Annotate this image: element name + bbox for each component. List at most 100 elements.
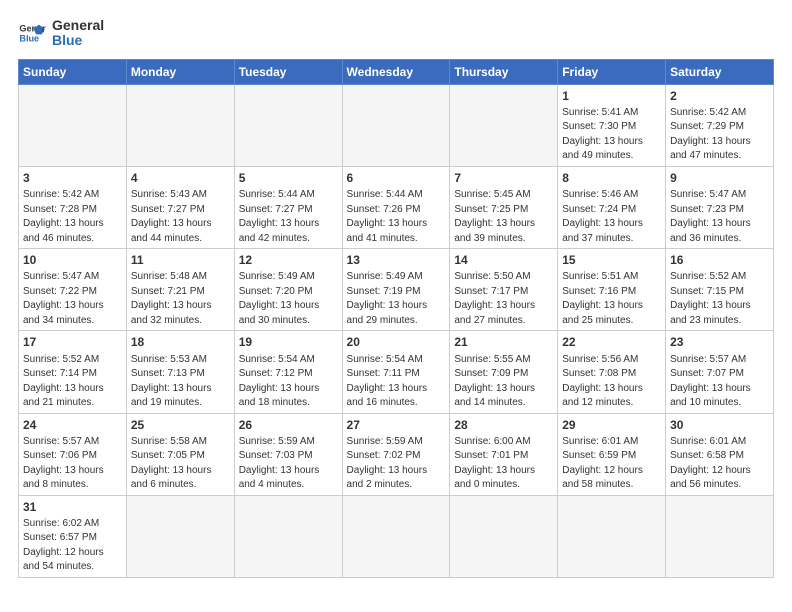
day-number: 27 (347, 417, 446, 433)
day-number: 17 (23, 334, 122, 350)
calendar-week-row: 10 Sunrise: 5:47 AM Sunset: 7:22 PM Dayli… (19, 249, 774, 331)
day-info: Sunrise: 6:02 AM Sunset: 6:57 PM Dayligh… (23, 518, 104, 573)
logo: General Blue General Blue (18, 18, 104, 49)
calendar-day-cell (666, 495, 774, 577)
calendar-week-row: 3Sunrise: 5:42 AM Sunset: 7:28 PM Daylig… (19, 166, 774, 248)
calendar-day-cell: 18 Sunrise: 5:53 AM Sunset: 7:13 PM Dayli… (126, 331, 234, 413)
calendar-week-row: 17 Sunrise: 5:52 AM Sunset: 7:14 PM Dayli… (19, 331, 774, 413)
calendar-day-cell (558, 495, 666, 577)
weekday-header: Sunday (19, 59, 127, 84)
day-info: Sunrise: 5:59 AM Sunset: 7:02 PM Dayligh… (347, 436, 428, 491)
calendar-day-cell: 20 Sunrise: 5:54 AM Sunset: 7:11 PM Dayli… (342, 331, 450, 413)
day-info: Sunrise: 6:01 AM Sunset: 6:58 PM Dayligh… (670, 436, 751, 491)
header: General Blue General Blue (18, 18, 774, 49)
page: General Blue General Blue SundayMondayTu… (0, 0, 792, 612)
calendar-day-cell (126, 495, 234, 577)
calendar-day-cell (342, 84, 450, 166)
day-info: Sunrise: 5:44 AM Sunset: 7:27 PM Dayligh… (239, 189, 320, 244)
calendar-day-cell: 11Sunrise: 5:48 AM Sunset: 7:21 PM Dayli… (126, 249, 234, 331)
calendar-day-cell: 27 Sunrise: 5:59 AM Sunset: 7:02 PM Dayli… (342, 413, 450, 495)
day-info: Sunrise: 5:52 AM Sunset: 7:14 PM Dayligh… (23, 354, 104, 409)
calendar-day-cell: 31 Sunrise: 6:02 AM Sunset: 6:57 PM Dayli… (19, 495, 127, 577)
calendar-week-row: 31 Sunrise: 6:02 AM Sunset: 6:57 PM Dayli… (19, 495, 774, 577)
calendar-day-cell: 6Sunrise: 5:44 AM Sunset: 7:26 PM Daylig… (342, 166, 450, 248)
day-number: 18 (131, 334, 230, 350)
calendar-day-cell: 5 Sunrise: 5:44 AM Sunset: 7:27 PM Daylig… (234, 166, 342, 248)
day-info: Sunrise: 5:55 AM Sunset: 7:09 PM Dayligh… (454, 354, 535, 409)
calendar-day-cell: 24 Sunrise: 5:57 AM Sunset: 7:06 PM Dayli… (19, 413, 127, 495)
logo-general: General (52, 18, 104, 33)
calendar-day-cell: 10 Sunrise: 5:47 AM Sunset: 7:22 PM Dayli… (19, 249, 127, 331)
day-info: Sunrise: 5:50 AM Sunset: 7:17 PM Dayligh… (454, 271, 535, 326)
day-number: 5 (239, 170, 338, 186)
day-number: 23 (670, 334, 769, 350)
calendar-day-cell: 4Sunrise: 5:43 AM Sunset: 7:27 PM Daylig… (126, 166, 234, 248)
calendar-day-cell: 23Sunrise: 5:57 AM Sunset: 7:07 PM Dayli… (666, 331, 774, 413)
day-number: 22 (562, 334, 661, 350)
day-number: 2 (670, 88, 769, 104)
day-number: 10 (23, 252, 122, 268)
day-number: 28 (454, 417, 553, 433)
day-number: 19 (239, 334, 338, 350)
day-info: Sunrise: 5:43 AM Sunset: 7:27 PM Dayligh… (131, 189, 212, 244)
calendar-day-cell: 1Sunrise: 5:41 AM Sunset: 7:30 PM Daylig… (558, 84, 666, 166)
calendar-week-row: 24 Sunrise: 5:57 AM Sunset: 7:06 PM Dayli… (19, 413, 774, 495)
calendar-day-cell: 19 Sunrise: 5:54 AM Sunset: 7:12 PM Dayli… (234, 331, 342, 413)
logo-blue: Blue (52, 33, 104, 48)
calendar-table: SundayMondayTuesdayWednesdayThursdayFrid… (18, 59, 774, 578)
day-number: 14 (454, 252, 553, 268)
calendar-day-cell: 13Sunrise: 5:49 AM Sunset: 7:19 PM Dayli… (342, 249, 450, 331)
calendar-day-cell: 7 Sunrise: 5:45 AM Sunset: 7:25 PM Daylig… (450, 166, 558, 248)
weekday-header: Saturday (666, 59, 774, 84)
day-number: 21 (454, 334, 553, 350)
day-info: Sunrise: 5:54 AM Sunset: 7:11 PM Dayligh… (347, 354, 428, 409)
weekday-header-row: SundayMondayTuesdayWednesdayThursdayFrid… (19, 59, 774, 84)
day-info: Sunrise: 5:53 AM Sunset: 7:13 PM Dayligh… (131, 354, 212, 409)
calendar-day-cell: 28 Sunrise: 6:00 AM Sunset: 7:01 PM Dayli… (450, 413, 558, 495)
day-info: Sunrise: 5:47 AM Sunset: 7:22 PM Dayligh… (23, 271, 104, 326)
svg-text:Blue: Blue (19, 34, 39, 44)
day-number: 3 (23, 170, 122, 186)
day-info: Sunrise: 5:45 AM Sunset: 7:25 PM Dayligh… (454, 189, 535, 244)
calendar-day-cell (126, 84, 234, 166)
day-info: Sunrise: 5:48 AM Sunset: 7:21 PM Dayligh… (131, 271, 212, 326)
calendar-day-cell (19, 84, 127, 166)
calendar-day-cell: 26Sunrise: 5:59 AM Sunset: 7:03 PM Dayli… (234, 413, 342, 495)
day-info: Sunrise: 6:00 AM Sunset: 7:01 PM Dayligh… (454, 436, 535, 491)
day-number: 1 (562, 88, 661, 104)
weekday-header: Wednesday (342, 59, 450, 84)
calendar-day-cell (234, 495, 342, 577)
day-info: Sunrise: 5:57 AM Sunset: 7:06 PM Dayligh… (23, 436, 104, 491)
day-number: 12 (239, 252, 338, 268)
day-info: Sunrise: 6:01 AM Sunset: 6:59 PM Dayligh… (562, 436, 643, 491)
day-number: 24 (23, 417, 122, 433)
day-number: 13 (347, 252, 446, 268)
day-number: 31 (23, 499, 122, 515)
calendar-day-cell (234, 84, 342, 166)
day-info: Sunrise: 5:47 AM Sunset: 7:23 PM Dayligh… (670, 189, 751, 244)
day-info: Sunrise: 5:59 AM Sunset: 7:03 PM Dayligh… (239, 436, 320, 491)
day-number: 15 (562, 252, 661, 268)
logo-icon: General Blue (18, 19, 46, 47)
day-info: Sunrise: 5:51 AM Sunset: 7:16 PM Dayligh… (562, 271, 643, 326)
calendar-day-cell (450, 84, 558, 166)
calendar-day-cell (450, 495, 558, 577)
day-number: 30 (670, 417, 769, 433)
day-number: 7 (454, 170, 553, 186)
day-info: Sunrise: 5:49 AM Sunset: 7:20 PM Dayligh… (239, 271, 320, 326)
day-number: 9 (670, 170, 769, 186)
day-number: 25 (131, 417, 230, 433)
calendar-day-cell: 9 Sunrise: 5:47 AM Sunset: 7:23 PM Daylig… (666, 166, 774, 248)
day-number: 20 (347, 334, 446, 350)
calendar-day-cell: 14 Sunrise: 5:50 AM Sunset: 7:17 PM Dayli… (450, 249, 558, 331)
day-info: Sunrise: 5:44 AM Sunset: 7:26 PM Dayligh… (347, 189, 428, 244)
calendar-day-cell: 16Sunrise: 5:52 AM Sunset: 7:15 PM Dayli… (666, 249, 774, 331)
day-info: Sunrise: 5:54 AM Sunset: 7:12 PM Dayligh… (239, 354, 320, 409)
day-number: 29 (562, 417, 661, 433)
weekday-header: Tuesday (234, 59, 342, 84)
calendar-day-cell: 21 Sunrise: 5:55 AM Sunset: 7:09 PM Dayli… (450, 331, 558, 413)
weekday-header: Thursday (450, 59, 558, 84)
calendar-day-cell (342, 495, 450, 577)
calendar-day-cell: 30 Sunrise: 6:01 AM Sunset: 6:58 PM Dayli… (666, 413, 774, 495)
calendar-day-cell: 12 Sunrise: 5:49 AM Sunset: 7:20 PM Dayli… (234, 249, 342, 331)
